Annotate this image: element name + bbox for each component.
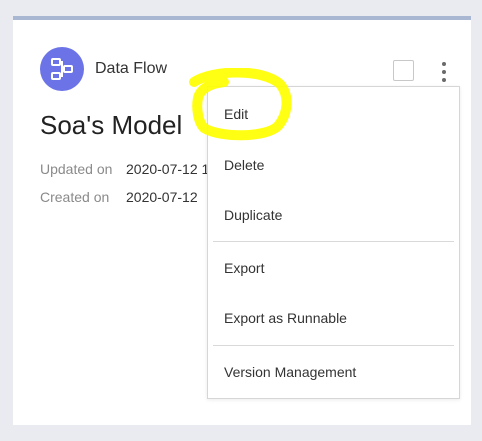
menu-item-export-runnable[interactable]: Export as Runnable [224, 310, 347, 326]
data-flow-icon [40, 47, 84, 91]
select-checkbox[interactable] [393, 60, 414, 81]
menu-item-export[interactable]: Export [224, 260, 264, 276]
updated-value: 2020-07-12 1 [126, 161, 210, 177]
model-title[interactable]: Soa's Model [40, 110, 182, 141]
menu-item-delete[interactable]: Delete [224, 157, 264, 173]
menu-item-duplicate[interactable]: Duplicate [224, 207, 282, 223]
menu-divider [213, 241, 454, 242]
more-options-icon[interactable] [435, 60, 453, 84]
created-value: 2020-07-12 [126, 189, 198, 205]
menu-item-edit[interactable]: Edit [224, 106, 248, 122]
menu-item-version-management[interactable]: Version Management [224, 364, 356, 380]
context-menu: Edit Delete Duplicate Export Export as R… [207, 86, 460, 399]
updated-label: Updated on [40, 161, 113, 177]
menu-divider [213, 345, 454, 346]
model-type-label: Data Flow [95, 60, 168, 77]
created-label: Created on [40, 189, 110, 205]
